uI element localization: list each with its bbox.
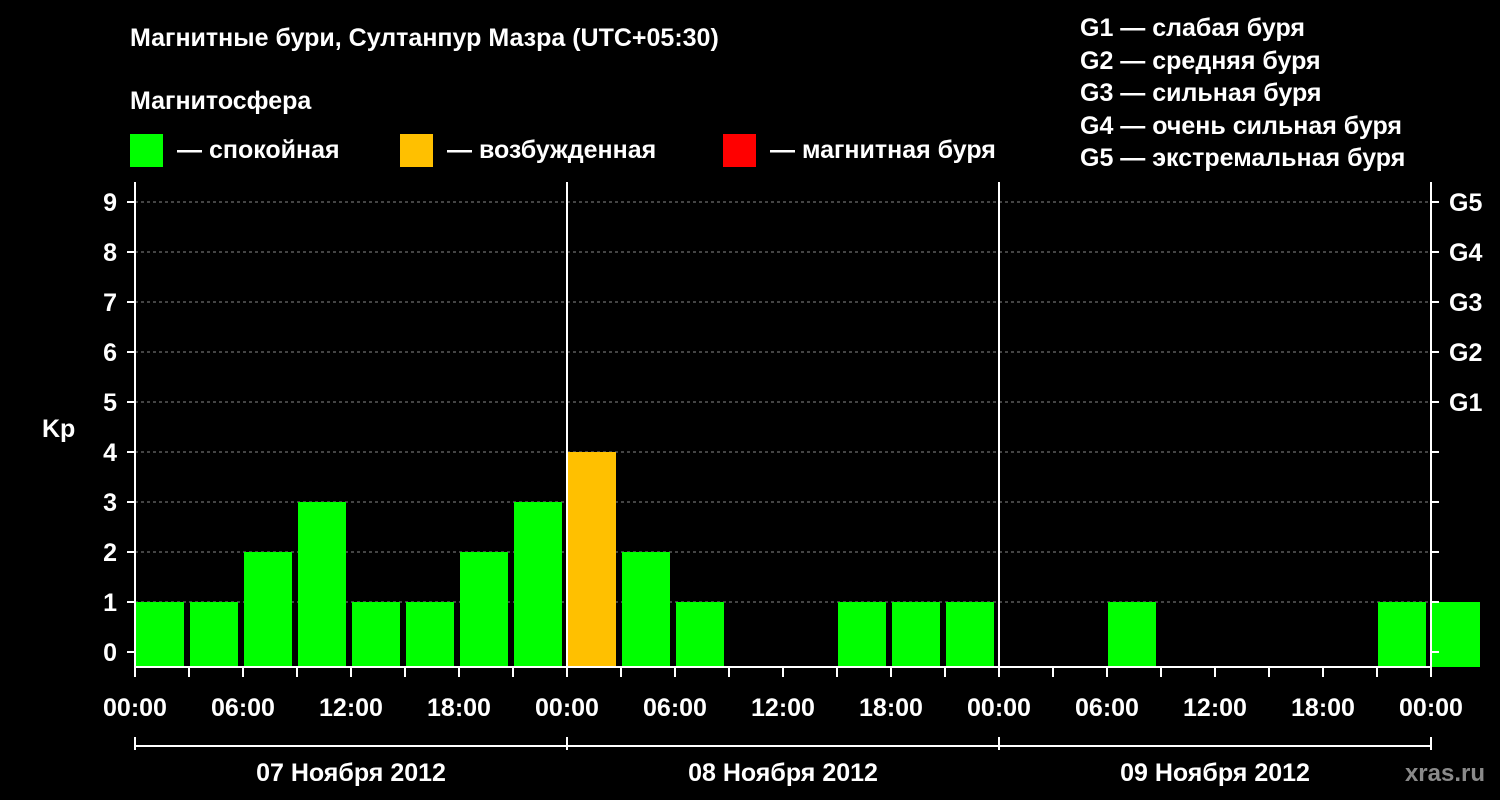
kp-bar xyxy=(622,552,670,667)
kp-bar xyxy=(460,552,508,667)
kp-bar xyxy=(892,602,940,667)
g-level-label: G1 xyxy=(1449,389,1482,417)
y-axis-label: Kp xyxy=(42,415,75,443)
x-tick-label: 18:00 xyxy=(1291,694,1355,722)
y-tick-label: 4 xyxy=(103,439,117,467)
g-level-label: G4 xyxy=(1449,239,1482,267)
kp-chart: 0 1 2 3 4 5 6 7 8 9 G1 G2 G3 G4 G5 Kp 00:00 06:00 12:00 18:… xyxy=(42,182,1485,787)
y-tick-label: 3 xyxy=(103,489,117,517)
y-tick-label: 1 xyxy=(103,589,117,617)
x-tick-label: 12:00 xyxy=(751,694,815,722)
day-label: 07 Ноября 2012 xyxy=(256,759,446,787)
x-tick-label: 00:00 xyxy=(103,694,167,722)
g-level-label: G3 xyxy=(1449,289,1482,317)
kp-bar xyxy=(244,552,292,667)
kp-bar xyxy=(298,502,346,667)
kp-bar xyxy=(352,602,400,667)
kp-bar xyxy=(838,602,886,667)
kp-bar xyxy=(136,602,184,667)
x-tick-label: 00:00 xyxy=(967,694,1031,722)
kp-bar xyxy=(676,602,724,667)
kp-bar xyxy=(1108,602,1156,667)
kp-bar xyxy=(406,602,454,667)
day-label: 08 Ноября 2012 xyxy=(688,759,878,787)
y-tick-label: 5 xyxy=(103,389,117,417)
y-tick-label: 9 xyxy=(103,189,117,217)
g-level-label: G2 xyxy=(1449,339,1482,367)
y-tick-label: 7 xyxy=(103,289,117,317)
x-tick-label: 00:00 xyxy=(1399,694,1463,722)
x-tick-label: 06:00 xyxy=(1075,694,1139,722)
x-tick-label: 06:00 xyxy=(643,694,707,722)
x-tick-label: 12:00 xyxy=(1183,694,1247,722)
kp-bar xyxy=(1432,602,1480,667)
watermark: xras.ru xyxy=(1405,760,1485,787)
kp-bar xyxy=(946,602,994,667)
x-tick-label: 18:00 xyxy=(427,694,491,722)
x-tick-label: 06:00 xyxy=(211,694,275,722)
y-tick-label: 0 xyxy=(103,639,117,667)
x-tick-label: 12:00 xyxy=(319,694,383,722)
kp-bar xyxy=(190,602,238,667)
y-tick-label: 2 xyxy=(103,539,117,567)
x-tick-label: 00:00 xyxy=(535,694,599,722)
day-label: 09 Ноября 2012 xyxy=(1120,759,1310,787)
x-tick-label: 18:00 xyxy=(859,694,923,722)
kp-bar xyxy=(1378,602,1426,667)
y-tick-label: 8 xyxy=(103,239,117,267)
g-level-label: G5 xyxy=(1449,189,1482,217)
kp-bar xyxy=(514,502,562,667)
kp-bar xyxy=(568,452,616,667)
y-tick-label: 6 xyxy=(103,339,117,367)
